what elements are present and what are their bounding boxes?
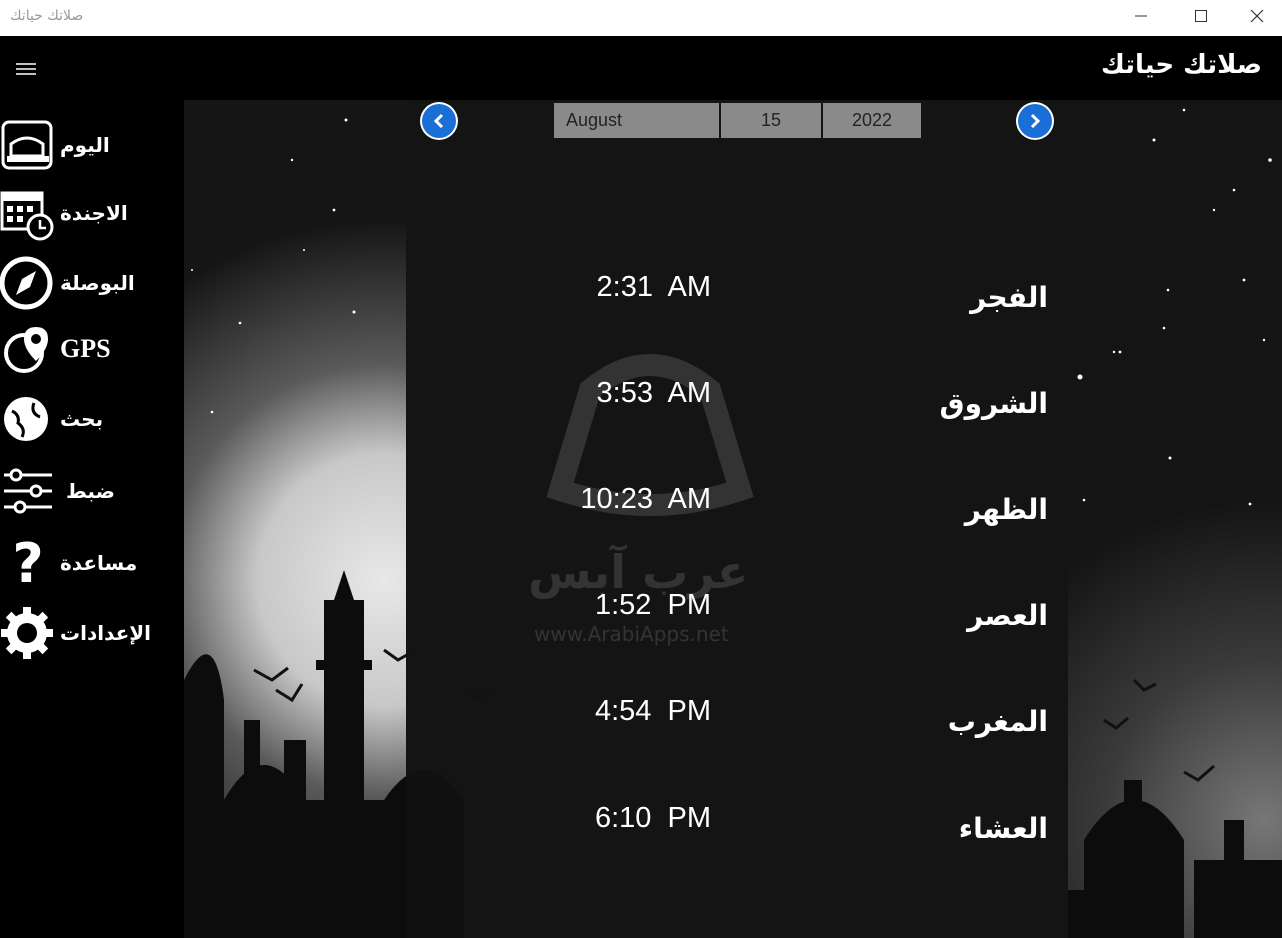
sidebar-item-compass[interactable]: البوصلة xyxy=(0,250,184,316)
prayer-name-fajr: الفجر xyxy=(970,281,1048,314)
sidebar-item-label: GPS xyxy=(60,334,111,363)
window-title: صلاتك حياتك xyxy=(10,8,84,24)
close-icon xyxy=(1250,9,1264,23)
sidebar-item-label: الاجندة xyxy=(60,201,128,225)
question-icon: ? xyxy=(12,531,44,595)
sidebar-item-label: الإعدادات xyxy=(60,621,152,645)
app-header: صلاتك حياتك xyxy=(0,36,1282,100)
menu-button[interactable] xyxy=(16,62,38,76)
prayer-name-dhuhr: الظهر xyxy=(964,493,1048,526)
sidebar-item-settings[interactable]: الإعدادات xyxy=(0,600,184,666)
maximize-icon xyxy=(1195,10,1207,22)
sidebar-item-search[interactable]: بحث xyxy=(0,386,184,452)
sidebar-item-today[interactable]: اليوم xyxy=(0,112,184,178)
minimize-button[interactable] xyxy=(1118,0,1164,32)
sidebar-item-label: مساعدة xyxy=(60,551,138,575)
window-titlebar: صلاتك حياتك xyxy=(0,0,1282,36)
calendar-clock-icon xyxy=(0,185,56,241)
compass-icon xyxy=(0,255,56,311)
close-button[interactable] xyxy=(1234,0,1280,32)
globe-pin-icon xyxy=(0,321,56,377)
sidebar-item-gps[interactable]: GPS xyxy=(0,316,184,382)
next-day-button[interactable] xyxy=(1016,102,1054,140)
chevron-left-icon xyxy=(433,113,444,129)
day-selector[interactable]: 15 xyxy=(721,103,821,138)
sidebar-item-label: البوصلة xyxy=(60,271,135,295)
maximize-button[interactable] xyxy=(1178,0,1224,32)
chevron-right-icon xyxy=(1030,113,1041,129)
month-selector[interactable]: August xyxy=(554,103,719,138)
prayer-time-maghrib: 4:54 PM xyxy=(594,695,711,727)
prayer-time-isha: 6:10 PM xyxy=(594,802,711,834)
gear-icon xyxy=(0,605,56,661)
previous-day-button[interactable] xyxy=(420,102,458,140)
sidebar-item-adjust[interactable]: ضبط xyxy=(0,458,184,524)
hamburger-icon xyxy=(16,63,36,75)
sidebar-item-label: اليوم xyxy=(60,133,110,157)
app-title: صلاتك حياتك xyxy=(1101,50,1262,80)
prayer-time-dhuhr: 10:23 AM xyxy=(580,483,711,515)
prayer-name-asr: العصر xyxy=(967,599,1048,632)
sliders-icon xyxy=(0,463,56,519)
sidebar-item-help[interactable]: ? مساعدة xyxy=(0,530,184,596)
minimize-icon xyxy=(1135,15,1147,17)
prayer-time-sunrise: 3:53 AM xyxy=(596,377,711,409)
globe-search-icon xyxy=(0,391,56,447)
prayer-time-fajr: 2:31 AM xyxy=(596,271,711,303)
year-selector[interactable]: 2022 xyxy=(823,103,921,138)
mosque-calendar-icon xyxy=(0,117,56,173)
prayer-name-isha: العشاء xyxy=(958,812,1048,845)
sidebar-item-label: بحث xyxy=(60,407,104,431)
prayer-name-sunrise: الشروق xyxy=(939,387,1048,420)
sidebar-nav: اليوم الاجندة البوصلة GPS بحث ضبط ? مساع… xyxy=(0,100,184,938)
prayer-time-asr: 1:52 PM xyxy=(594,589,711,621)
sidebar-item-label: ضبط xyxy=(66,479,115,503)
prayer-name-maghrib: المغرب xyxy=(947,705,1048,738)
sidebar-item-agenda[interactable]: الاجندة xyxy=(0,180,184,246)
watermark-url: www.ArabiApps.net xyxy=(534,622,729,646)
